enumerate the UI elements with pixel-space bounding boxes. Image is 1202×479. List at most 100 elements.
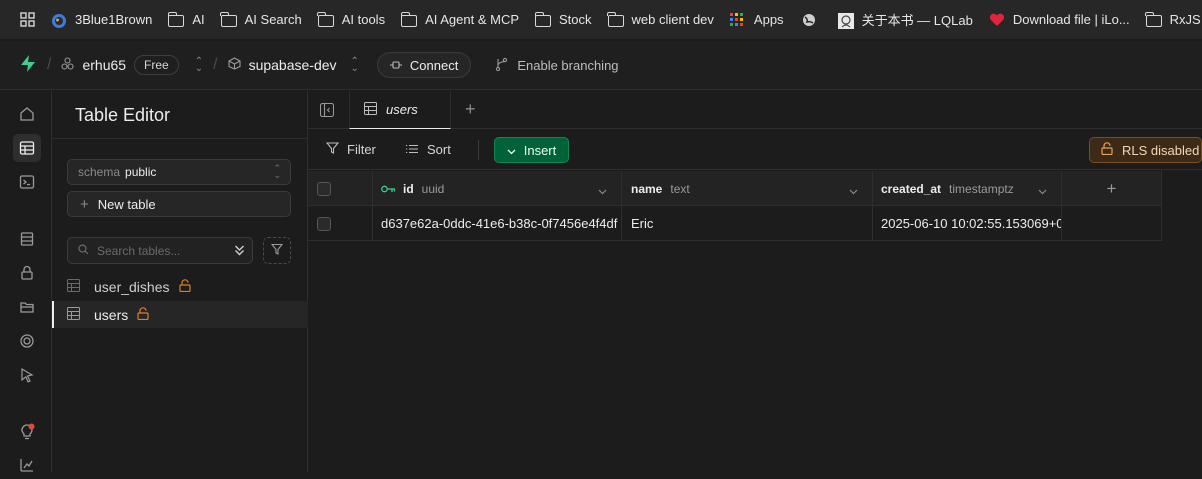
- select-all-checkbox[interactable]: [317, 181, 331, 196]
- supabase-logo-icon[interactable]: [19, 54, 37, 76]
- git-branch-icon: [495, 57, 508, 74]
- enable-branching-button[interactable]: Enable branching: [495, 57, 619, 74]
- double-chevron-down-icon[interactable]: [234, 244, 245, 259]
- folder-icon: [167, 11, 185, 27]
- data-grid: id uuid name text created_at timestamptz…: [308, 171, 1162, 241]
- sql-editor-icon[interactable]: [13, 168, 41, 196]
- collapse-sidebar-icon[interactable]: [319, 102, 335, 122]
- bookmark-web-client-dev[interactable]: web client dev: [607, 0, 722, 39]
- sort-button[interactable]: Sort: [406, 142, 451, 157]
- database-icon[interactable]: [13, 225, 41, 253]
- table-icon: [67, 306, 80, 323]
- toolbar-divider: [478, 140, 479, 160]
- bookmark-apps[interactable]: Apps: [729, 0, 792, 39]
- org-icon: [61, 57, 75, 73]
- folder-icon: [534, 11, 552, 27]
- new-table-button[interactable]: + New table: [67, 191, 291, 217]
- folder-icon: [400, 11, 418, 27]
- project-name: supabase-dev: [248, 57, 337, 73]
- bookmark-download-file[interactable]: Download file | iLo...: [989, 0, 1138, 39]
- table-editor-sidebar: Table Editor schema public ⌃ ⌄ + New tabl…: [52, 91, 308, 472]
- connect-button[interactable]: Connect: [376, 52, 472, 78]
- lock-open-icon: [178, 278, 191, 295]
- column-header-created-at[interactable]: created_at timestamptz: [873, 171, 1062, 206]
- tab-users[interactable]: users: [349, 91, 451, 129]
- folder-icon: [1145, 11, 1162, 27]
- project-switcher[interactable]: supabase-dev ⌃ ⌄: [228, 56, 359, 74]
- column-header-id[interactable]: id uuid: [373, 171, 622, 206]
- sidebar-title: Table Editor: [75, 105, 171, 125]
- cell-id[interactable]: d637e62a-0ddc-41e6-b38c-0f7456e4f4df: [373, 206, 622, 241]
- folder-icon: [607, 11, 624, 27]
- bookmark-ai-agent-mcp[interactable]: AI Agent & MCP: [400, 0, 527, 39]
- apps-grid-icon: [729, 12, 746, 27]
- realtime-icon[interactable]: [13, 327, 41, 355]
- auth-lock-icon[interactable]: [13, 259, 41, 287]
- bookmarks-bar: 3Blue1Brown AI AI Search AI tools AI Age…: [0, 0, 1202, 40]
- chevron-updown-icon: ⌃ ⌄: [273, 163, 281, 180]
- table-icon: [364, 101, 377, 118]
- row-checkbox[interactable]: [317, 216, 331, 231]
- bookmark-globe[interactable]: [802, 0, 834, 39]
- divider: [52, 138, 308, 139]
- rls-disabled-button[interactable]: RLS disabled: [1089, 137, 1202, 163]
- bookmark-lqlab[interactable]: 关于本书 — LQLab: [837, 0, 981, 39]
- search-icon: [78, 243, 89, 258]
- bookmark-ai-search[interactable]: AI Search: [220, 0, 310, 39]
- select-all-cell: [308, 171, 373, 206]
- filter-button[interactable]: Filter: [325, 142, 376, 157]
- tab-bar: users +: [308, 91, 1202, 129]
- bookmark-ai-tools[interactable]: AI tools: [317, 0, 393, 39]
- reports-icon[interactable]: [13, 451, 41, 479]
- chevron-down-icon: [507, 143, 516, 158]
- lock-open-icon: [137, 306, 149, 323]
- bookmark-ai[interactable]: AI: [167, 0, 212, 39]
- globe-icon: [802, 13, 818, 27]
- lock-open-icon: [1101, 142, 1113, 158]
- table-main: users + Filter Sort Insert RLS disabled: [308, 91, 1202, 472]
- nav-rail: [0, 91, 52, 472]
- cell-name[interactable]: Eric: [622, 206, 873, 241]
- chevron-down-icon[interactable]: [1038, 183, 1047, 198]
- edge-functions-icon[interactable]: [13, 361, 41, 389]
- header-row: id uuid name text created_at timestamptz…: [308, 171, 1162, 206]
- plus-icon: +: [1106, 178, 1117, 198]
- new-tab-plus-icon[interactable]: +: [465, 99, 476, 120]
- folder-icon: [220, 11, 237, 27]
- sidebar-item-user-dishes[interactable]: user_dishes: [52, 273, 308, 300]
- table-row[interactable]: d637e62a-0ddc-41e6-b38c-0f7456e4f4df Eri…: [308, 206, 1162, 241]
- add-column-button[interactable]: +: [1062, 171, 1162, 206]
- sidebar-item-users[interactable]: users: [52, 301, 308, 328]
- bookmark-rxjs[interactable]: RxJS: [1145, 0, 1202, 39]
- funnel-icon: [325, 142, 340, 157]
- search-tables-input[interactable]: Search tables...: [67, 237, 253, 264]
- filter-tables-button[interactable]: [263, 237, 291, 264]
- plug-icon: [389, 58, 402, 73]
- bookmark-stock[interactable]: Stock: [534, 0, 600, 39]
- sort-list-icon: [406, 142, 418, 157]
- org-switcher[interactable]: erhu65 Free ⌃ ⌄: [61, 55, 203, 75]
- plan-badge: Free: [134, 55, 179, 75]
- chevron-down-icon[interactable]: [598, 183, 607, 198]
- heart-icon: [989, 13, 1005, 27]
- breadcrumb-separator: /: [47, 56, 52, 73]
- table-editor-icon[interactable]: [13, 134, 41, 162]
- 3b1b-icon: [51, 13, 67, 28]
- primary-key-icon: [381, 181, 396, 196]
- schema-selector[interactable]: schema public ⌃ ⌄: [67, 159, 291, 185]
- insert-button[interactable]: Insert: [494, 137, 569, 163]
- cell-created-at[interactable]: 2025-06-10 10:02:55.153069+00: [873, 206, 1062, 241]
- column-header-name[interactable]: name text: [622, 171, 873, 206]
- home-icon[interactable]: [13, 100, 41, 128]
- advisors-bulb-icon[interactable]: [13, 417, 41, 445]
- funnel-icon: [270, 242, 284, 260]
- chevron-updown-icon: ⌃ ⌄: [350, 56, 359, 74]
- bookmark-3blue1brown[interactable]: 3Blue1Brown: [51, 0, 160, 39]
- chevron-down-icon[interactable]: [849, 183, 858, 198]
- org-name: erhu65: [82, 57, 127, 73]
- project-icon: [228, 57, 241, 73]
- storage-icon[interactable]: [13, 293, 41, 321]
- row-select-cell: [308, 206, 373, 241]
- breadcrumb-separator: /: [213, 56, 218, 73]
- apps-grid-icon[interactable]: [0, 0, 51, 39]
